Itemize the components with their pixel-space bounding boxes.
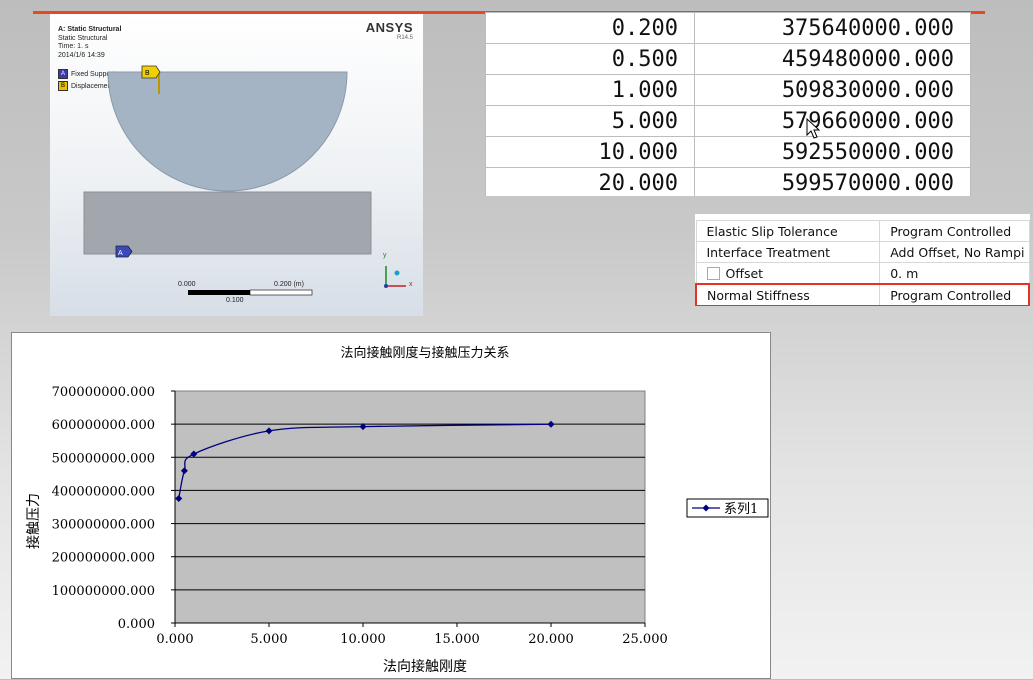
base-block-body (83, 191, 372, 255)
x-tick-label: 15.000 (434, 632, 480, 647)
contact-properties-panel: Elastic Slip Tolerance Program Controlle… (695, 214, 1030, 306)
scale-left-label: 0.000 (178, 281, 196, 288)
ansys-viewport[interactable]: A: Static Structural Static Structural T… (50, 14, 423, 316)
property-label-offset: Offset (695, 262, 881, 285)
svg-text:B: B (145, 70, 150, 77)
table-cell: 459480000.000 (694, 43, 971, 75)
table-cell: 0.200 (485, 12, 695, 44)
scale-right-label: 0.200 (m) (274, 281, 304, 288)
property-label: Offset (725, 265, 764, 281)
y-tick-label: 300000000.000 (52, 518, 155, 533)
half-cylinder-body (107, 71, 348, 192)
property-row-offset[interactable]: Offset 0. m (695, 262, 1030, 285)
table-cell: 10.000 (485, 136, 695, 168)
property-label: Normal Stiffness (695, 283, 881, 306)
axis-x-label: x (409, 281, 413, 288)
property-value[interactable]: Program Controlled (879, 283, 1030, 306)
y-tick-label: 700000000.000 (52, 385, 155, 400)
x-tick-label: 20.000 (528, 632, 574, 647)
x-tick-label: 25.000 (622, 632, 668, 647)
x-tick-label: 0.000 (156, 632, 193, 647)
x-tick-label: 5.000 (250, 632, 287, 647)
property-label: Elastic Slip Tolerance (695, 220, 881, 242)
table-row: 0.500 459480000.000 (485, 43, 971, 75)
table-cell: 592550000.000 (694, 136, 971, 168)
mouse-cursor-icon (806, 118, 821, 139)
table-row: 20.000 599570000.000 (485, 167, 971, 196)
property-row-interface-treatment[interactable]: Interface Treatment Add Offset, No Rampi (695, 241, 1030, 263)
table-cell: 509830000.000 (694, 74, 971, 106)
table-cell: 375640000.000 (694, 12, 971, 44)
property-value[interactable]: Program Controlled (879, 220, 1030, 242)
chart-title: 法向接触刚度与接触压力关系 (340, 345, 509, 361)
table-row: 0.200 375640000.000 (485, 12, 971, 44)
table-cell: 579660000.000 (694, 105, 971, 137)
y-tick-label: 600000000.000 (52, 418, 155, 433)
table-cell: 599570000.000 (694, 167, 971, 196)
property-row-normal-stiffness[interactable]: Normal Stiffness Program Controlled (695, 283, 1030, 306)
coordinate-triad (384, 266, 406, 288)
table-cell: 5.000 (485, 105, 695, 137)
table-row: 10.000 592550000.000 (485, 136, 971, 168)
property-row-elastic-slip-tolerance[interactable]: Elastic Slip Tolerance Program Controlle… (695, 220, 1030, 242)
chart-svg: 0.000 100000000.000 200000000.000 300000000… (25, 345, 769, 675)
y-axis-label: 接触压力 (25, 493, 42, 549)
table-cell: 20.000 (485, 167, 695, 196)
property-value[interactable]: Add Offset, No Rampi (879, 241, 1030, 263)
svg-text:A: A (118, 250, 123, 257)
axis-y-label: y (383, 252, 387, 259)
y-tick-label: 0.000 (118, 617, 155, 632)
x-tick-label: 10.000 (340, 632, 386, 647)
y-tick-label: 100000000.000 (52, 584, 155, 599)
y-tick-label: 500000000.000 (52, 451, 155, 466)
y-tick-label: 200000000.000 (52, 551, 155, 566)
y-tick-label: 400000000.000 (52, 484, 155, 499)
offset-checkbox[interactable] (706, 266, 720, 280)
scale-mid-label: 0.100 (226, 297, 244, 304)
legend-label: 系列1 (724, 502, 758, 517)
fixed-support-marker-a: A (115, 245, 133, 258)
property-label: Interface Treatment (695, 241, 881, 263)
table-row: 5.000 579660000.000 (485, 105, 971, 137)
stiffness-pressure-chart: 0.000 100000000.000 200000000.000 300000000… (11, 332, 771, 679)
table-cell: 1.000 (485, 74, 695, 106)
scale-bar (188, 289, 313, 296)
stiffness-pressure-table: 0.200 375640000.000 0.500 459480000.000 1.… (485, 12, 971, 196)
x-axis-label: 法向接触刚度 (383, 658, 467, 675)
model-geometry: B A (83, 65, 406, 296)
table-row: 1.000 509830000.000 (485, 74, 971, 106)
property-value[interactable]: 0. m (879, 262, 1030, 285)
table-cell: 0.500 (485, 43, 695, 75)
